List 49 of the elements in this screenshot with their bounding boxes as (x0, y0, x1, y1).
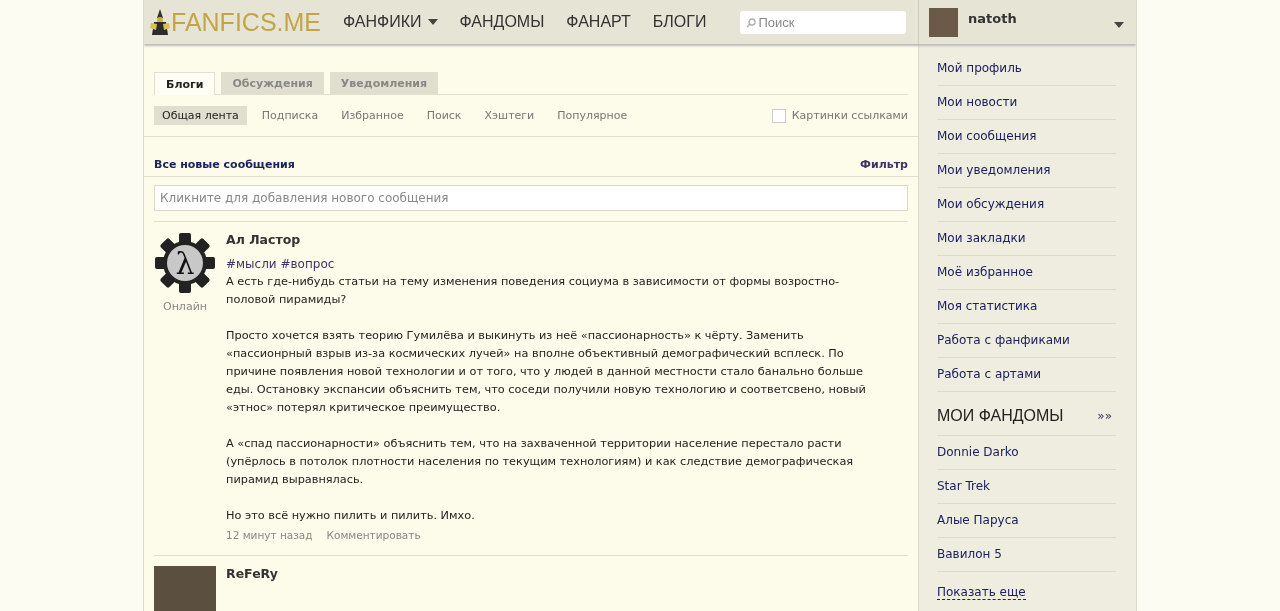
filter-link[interactable]: Фильтр (860, 158, 908, 171)
subtab[interactable]: Подписка (253, 106, 327, 125)
username-link[interactable]: natoth (968, 10, 1104, 26)
wizard-figure-icon (150, 9, 170, 35)
post-paragraph: А «спад пассионарности» объяснить тем, что на захваченной территории население перестало расти (упёрлось в потолок плотности населения по текущим технологиям) и как следствие демографическая пирамид выравнялась. (226, 436, 855, 488)
sidebar-link[interactable]: Работа с артами (937, 358, 1116, 392)
search-icon (746, 17, 757, 28)
subtab[interactable]: Поиск (418, 106, 470, 125)
show-more-link[interactable]: Показать еще (937, 585, 1026, 600)
hashtags-link[interactable]: #мысли #вопрос (226, 255, 335, 273)
caret-icon[interactable] (1114, 22, 1124, 28)
nav-link[interactable]: ФАНФИКИ (343, 13, 438, 31)
search-field[interactable]: Поиск (740, 10, 907, 34)
checkbox[interactable] (771, 108, 786, 123)
sidebar-link[interactable]: Моё избранное (937, 256, 1116, 290)
sidebar-link[interactable]: Мои уведомления (937, 154, 1116, 188)
comment-link[interactable]: Комментировать (326, 529, 421, 541)
subtab[interactable]: Общая лента (154, 106, 247, 125)
sidebar-link[interactable]: Мой профиль (937, 52, 1116, 86)
tab[interactable]: Блоги (154, 72, 216, 95)
nav-link[interactable]: ФАНАРТ (566, 13, 631, 31)
post-paragraph: А есть где-нибудь статьи на тему изменения поведения социума в зависимости от формы возростно-половой пирамиды? (226, 274, 841, 308)
subtab[interactable]: Хэштеги (476, 106, 543, 125)
nav-link[interactable]: ФАНДОМЫ (459, 13, 545, 31)
avatar-photo-placeholder[interactable] (929, 7, 958, 37)
fandom-link[interactable]: Donnie Darko (937, 436, 1116, 470)
post-paragraph: Просто хочется взять теорию Гумилёва и выкинуть из неё «пассионарность» к чёрту. Заменить «пассионрный взрыв из-за космических лучей» на вполне объективный демографический всплеск. По причине появления новой технологии и от того, что у людей в данной местности стало банально больше еды. Остановку экспансии объяснить тем, что соседи получили новую технологию и соответсвено, новый «этнос» потерял критическое преимущество. (226, 328, 867, 416)
fandom-link[interactable]: Вавилон 5 (937, 538, 1116, 572)
nav-link[interactable]: БЛОГИ (652, 13, 707, 31)
sidebar-link[interactable]: Мои обсуждения (937, 188, 1116, 222)
feed-title: Все новые сообщения (154, 158, 295, 171)
sidebar-link[interactable]: Моя статистика (937, 290, 1116, 324)
fandom-link[interactable]: Star Trek (937, 470, 1116, 504)
checkbox-label[interactable]: Картинки ссылками (791, 109, 908, 122)
sidebar-link[interactable]: Работа с фанфиками (937, 324, 1116, 358)
author-name[interactable]: ReFeRy (226, 566, 278, 581)
fandoms-heading: МОИ ФАНДОМЫ (937, 406, 1064, 425)
sidebar-link[interactable]: Мои сообщения (937, 120, 1116, 154)
subtab[interactable]: Популярное (549, 106, 636, 125)
new-post-field[interactable]: Кликните для добавления нового сообщения (154, 185, 908, 211)
post-paragraph: Но это всё нужно пилить и пилить. Имхо. (226, 508, 476, 524)
post-time: 12 минут назад (226, 529, 313, 541)
author-name[interactable]: Ал Ластор (226, 232, 301, 247)
fandom-link[interactable]: Алые Паруса (937, 504, 1116, 538)
sidebar-link[interactable]: Мои новости (937, 86, 1116, 120)
subtab[interactable]: Избранное (333, 106, 412, 125)
online-status: Онлайн (163, 300, 207, 313)
more-link[interactable]: »» (1097, 408, 1112, 423)
sidebar-link[interactable]: Мои закладки (937, 222, 1116, 256)
